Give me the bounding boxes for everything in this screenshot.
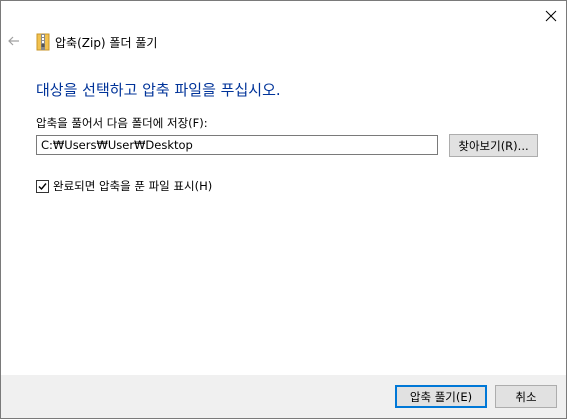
destination-label: 압축을 풀어서 다음 폴더에 저장(F): — [36, 116, 208, 130]
checkmark-icon — [38, 182, 47, 190]
close-button[interactable] — [536, 1, 566, 31]
close-icon — [545, 10, 557, 22]
extract-button[interactable]: 압축 풀기(E) — [395, 385, 487, 408]
wizard-title: 압축(Zip) 폴더 풀기 — [55, 36, 158, 50]
page-heading: 대상을 선택하고 압축 파일을 푸십시오. — [36, 81, 281, 99]
back-arrow-icon[interactable] — [6, 33, 22, 49]
destination-path-input[interactable] — [36, 135, 438, 155]
show-files-checkbox[interactable] — [36, 179, 49, 193]
cancel-button[interactable]: 취소 — [495, 385, 557, 408]
wizard-footer: 압축 풀기(E) 취소 — [1, 375, 566, 418]
zip-folder-icon — [36, 33, 50, 51]
show-files-option[interactable]: 완료되면 압축을 푼 파일 표시(H) — [36, 178, 212, 194]
wizard-header: 압축(Zip) 폴더 풀기 — [1, 31, 566, 55]
show-files-label: 완료되면 압축을 푼 파일 표시(H) — [53, 179, 213, 193]
extract-wizard-window: 압축(Zip) 폴더 풀기 대상을 선택하고 압축 파일을 푸십시오. 압축을 … — [0, 0, 567, 419]
browse-button[interactable]: 찾아보기(R)... — [449, 134, 538, 157]
